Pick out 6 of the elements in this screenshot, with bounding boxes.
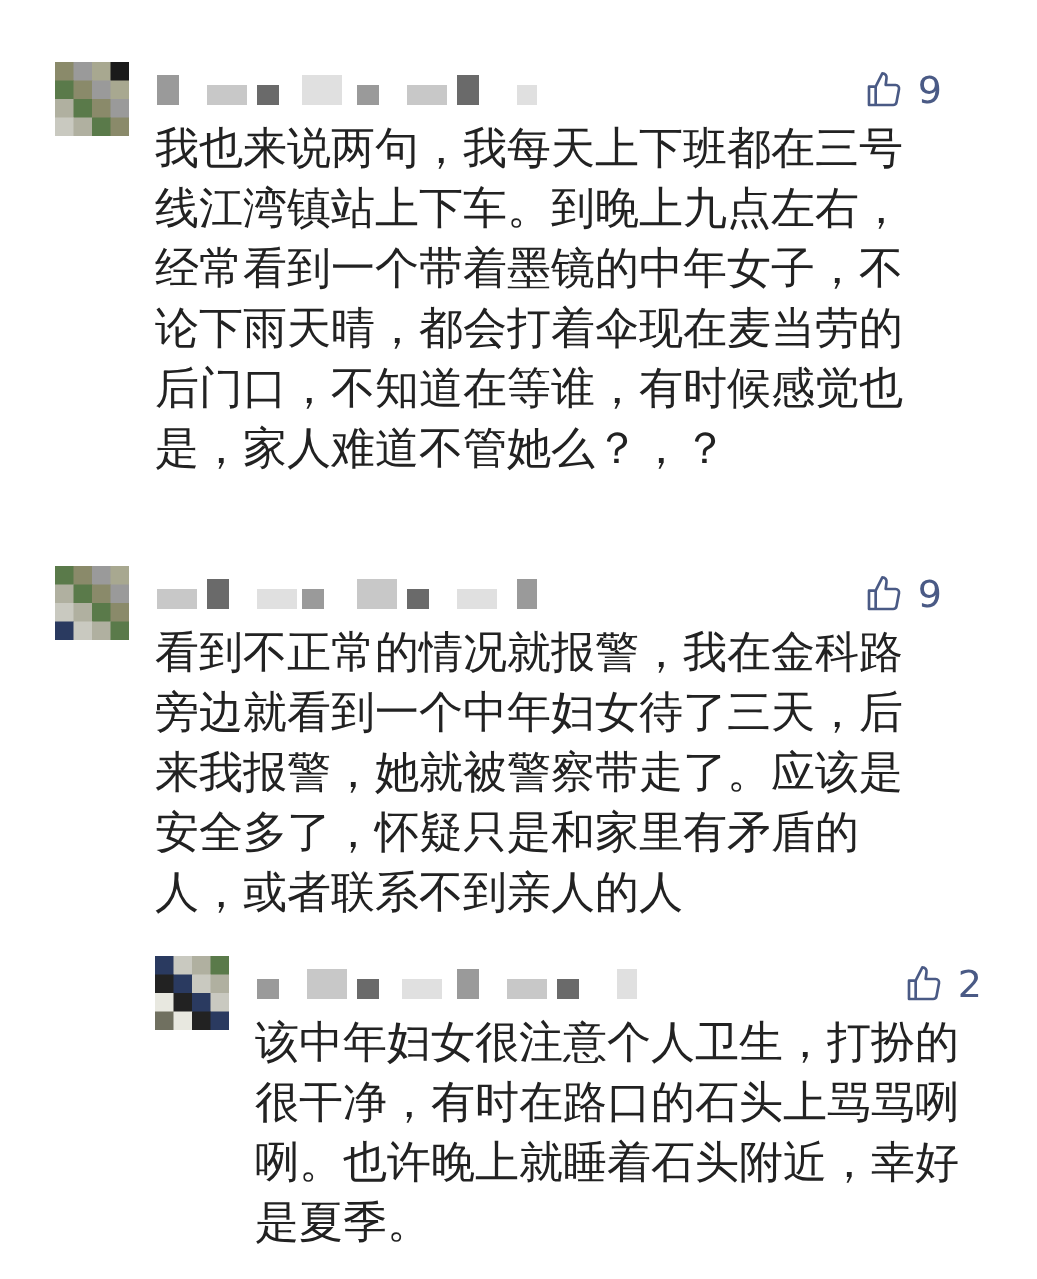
comment-text: 该中年妇女很注意个人卫生，打扮的很干净，有时在路口的石头上骂骂咧咧。也许晚上就睡着石头附近，幸好是夏季。 [255,1015,960,1249]
comment-text: 我也来说两句，我每天上下班都在三号线江湾镇站上下车。到晚上九点左右，经常看到一个带着墨镜的中年女子，不论下雨天晴，都会打着伞现在麦当劳的后门口，不知道在等谁，有时候感觉也是，家人难道不管她么？，？ [155,121,904,475]
like-count: 2 [957,962,982,1006]
like-count: 9 [917,68,942,112]
like-count: 9 [917,572,942,616]
comment-text: 看到不正常的情况就报警，我在金科路旁边就看到一个中年妇女待了三天，后来我报警，她就被警察带走了。应该是安全多了，怀疑只是和家里有矛盾的人，或者联系不到亲人的人 [155,625,904,919]
